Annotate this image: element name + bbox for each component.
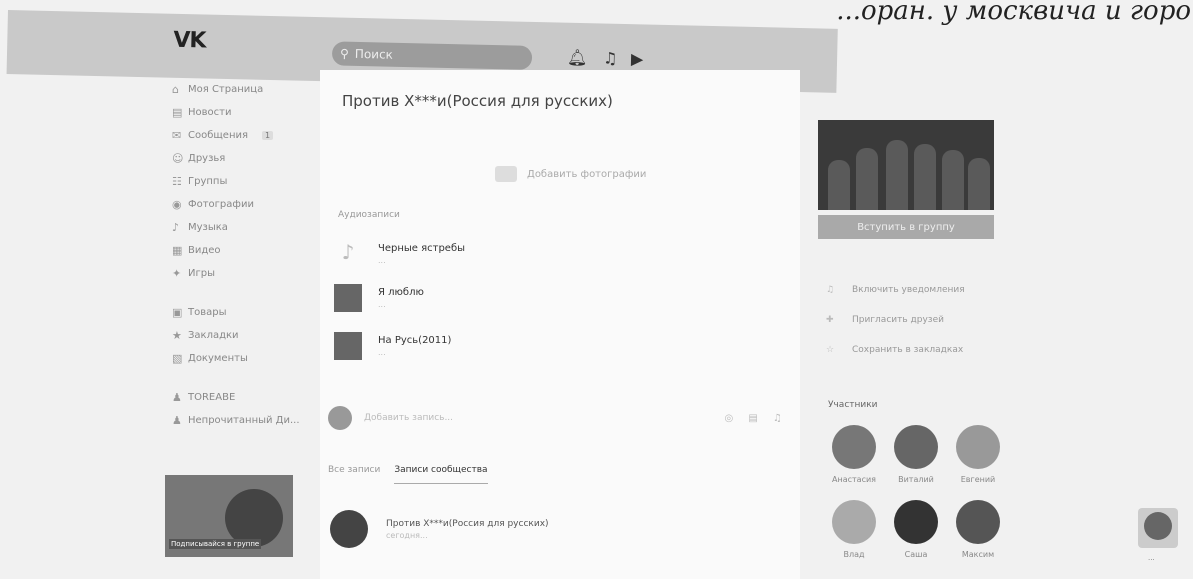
music-icon: ♪ — [172, 220, 180, 234]
app-icon: ♟ — [172, 390, 182, 404]
post-input[interactable]: Добавить запись... — [364, 413, 725, 423]
left-sidebar: ⌂ Моя Страница ▤ Новости ✉ Сообщения 1 ☺ Друз… — [172, 80, 322, 434]
member-card[interactable]: Влад — [828, 500, 880, 559]
avatar — [328, 406, 352, 430]
wall-post[interactable]: Против Х***и(Россия для русских) сегодня.… — [330, 510, 549, 548]
member-card[interactable]: Евгений — [952, 425, 1004, 484]
search-icon: ⚲ — [339, 46, 350, 61]
sidebar-item-photos[interactable]: ◉ Фотографии — [172, 195, 322, 213]
sidebar-item-groups[interactable]: ☷ Группы — [172, 172, 322, 190]
sidebar-ad-thumbnail[interactable]: Подписывайся в группе — [165, 475, 293, 557]
camera-icon — [495, 166, 517, 182]
sidebar-app-2[interactable]: ♟ Непрочитанный Ди... — [172, 411, 322, 429]
sidebar-app-1[interactable]: ♟ TOREABE — [172, 388, 322, 406]
group-cover-photo[interactable] — [818, 120, 994, 210]
sidebar-item-games[interactable]: ✦ Игры — [172, 264, 322, 282]
sidebar-item-documents[interactable]: ▧ Документы — [172, 349, 322, 367]
sidebar-item-my-page[interactable]: ⌂ Моя Страница — [172, 80, 322, 98]
bell-icon: ♫ — [826, 285, 835, 295]
members-title[interactable]: Участники — [828, 400, 878, 410]
wall-tabs: Все записи Записи сообщества — [328, 465, 488, 484]
sidebar-item-goods[interactable]: ▣ Товары — [172, 303, 322, 321]
group-main-column: Против Х***и(Россия для русских) Добавит… — [320, 70, 800, 579]
printed-page-text: ...оран. у москвича и горо — [836, 0, 1191, 26]
search-input[interactable]: ⚲ Поиск — [331, 41, 533, 70]
vk-logo[interactable]: VK — [173, 28, 206, 54]
play-icon[interactable]: ▶ — [631, 49, 644, 68]
sidebar-item-bookmarks[interactable]: ★ Закладки — [172, 326, 322, 344]
add-photo-button[interactable]: Добавить фотографии — [495, 166, 646, 182]
avatar — [330, 510, 368, 548]
news-icon: ▤ — [172, 105, 183, 119]
messages-badge: 1 — [262, 130, 274, 140]
recordings-header[interactable]: Аудиозаписи — [338, 210, 400, 220]
friends-icon: ☺ — [172, 151, 184, 165]
audio-item[interactable]: ♪ Черные ястребы... — [334, 240, 465, 268]
invite-icon: ✚ — [826, 315, 834, 325]
music-note-icon: ♪ — [341, 240, 355, 264]
sidebar-item-video[interactable]: ▦ Видео — [172, 241, 322, 259]
search-placeholder: Поиск — [354, 46, 394, 62]
star-icon: ☆ — [826, 345, 835, 355]
chat-avatar[interactable]: ... — [1138, 508, 1178, 562]
app-icon: ♟ — [172, 413, 182, 427]
enable-notifications-link[interactable]: ♫ Включить уведомления — [826, 282, 965, 298]
goods-icon: ▣ — [172, 305, 183, 319]
album-cover — [334, 284, 362, 312]
sidebar-item-music[interactable]: ♪ Музыка — [172, 218, 322, 236]
music-icon[interactable]: ♫ — [603, 49, 618, 68]
groups-icon: ☷ — [172, 174, 182, 188]
bookmark-icon: ★ — [172, 328, 182, 342]
member-card[interactable]: Саша — [890, 500, 942, 559]
audio-item[interactable]: На Русь(2011)... — [334, 332, 451, 360]
avatar — [1144, 512, 1172, 540]
video-icon: ▦ — [172, 243, 183, 257]
sidebar-item-messages[interactable]: ✉ Сообщения 1 — [172, 126, 322, 144]
group-actions: ♫ Включить уведомления ✚ Пригласить друзей… — [826, 282, 965, 372]
messages-icon: ✉ — [172, 128, 182, 142]
tab-community-posts[interactable]: Записи сообщества — [394, 465, 488, 484]
sidebar-item-news[interactable]: ▤ Новости — [172, 103, 322, 121]
join-group-button[interactable]: Вступить в группу — [818, 215, 994, 239]
album-cover — [334, 332, 362, 360]
sidebar-item-friends[interactable]: ☺ Друзья — [172, 149, 322, 167]
save-bookmark-link[interactable]: ☆ Сохранить в закладках — [826, 342, 965, 358]
member-card[interactable]: Виталий — [890, 425, 942, 484]
member-card[interactable]: Максим — [952, 500, 1004, 559]
audio-item[interactable]: Я люблю... — [334, 284, 424, 312]
photos-icon: ◉ — [172, 197, 182, 211]
invite-friends-link[interactable]: ✚ Пригласить друзей — [826, 312, 965, 328]
bell-icon[interactable]: 🔔︎ — [567, 48, 588, 67]
docs-icon: ▧ — [172, 351, 183, 365]
page-title: Против Х***и(Россия для русских) — [342, 92, 613, 110]
tab-all-posts[interactable]: Все записи — [328, 465, 380, 484]
member-card[interactable]: Анастасия — [828, 425, 880, 484]
games-icon: ✦ — [172, 266, 182, 280]
ad-caption: Подписывайся в группе — [169, 539, 262, 549]
post-attach-tools[interactable]: ◎ ▤ ♫ — [725, 413, 789, 424]
new-post-composer[interactable]: Добавить запись... ◎ ▤ ♫ — [328, 406, 788, 430]
home-icon: ⌂ — [172, 82, 179, 96]
